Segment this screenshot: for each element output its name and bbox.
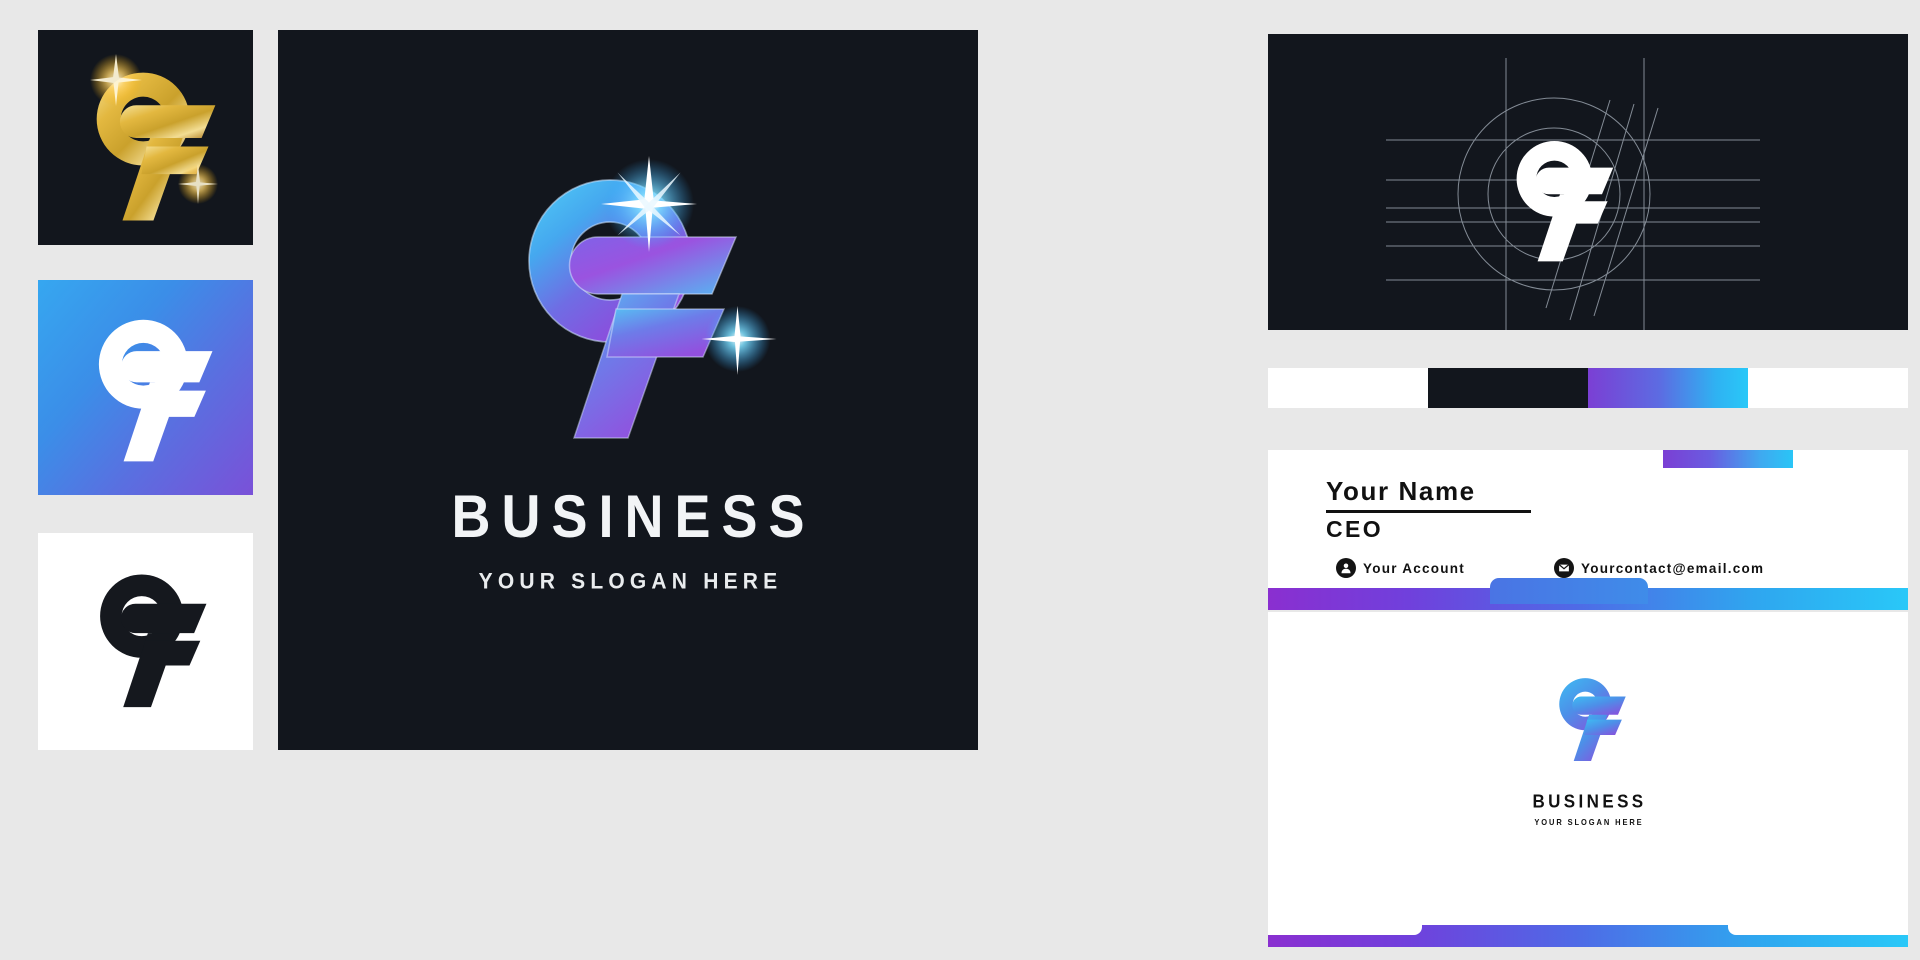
card-back-title: BUSINESS xyxy=(1532,791,1647,812)
contact-account[interactable]: Your Account xyxy=(1336,558,1554,578)
swatch-dark-navy[interactable] xyxy=(1428,368,1588,408)
primary-logo-mark xyxy=(458,155,798,466)
variant-tile-surface xyxy=(38,30,253,245)
card-front-band-tab xyxy=(1490,578,1648,604)
card-name-rule xyxy=(1326,510,1531,513)
variant-tile-surface xyxy=(38,533,253,750)
card-back-notch-right-curve xyxy=(1728,923,1742,935)
variant-tile-black-on-white[interactable] xyxy=(38,533,253,776)
card-back-logo-lockup: BUSINESS YOUR SLOGAN HERE xyxy=(1268,670,1908,827)
user-icon xyxy=(1336,558,1356,578)
sparkle-top xyxy=(89,53,142,106)
card-name: Your Name xyxy=(1326,476,1476,506)
contact-email[interactable]: Yourcontact@email.com xyxy=(1554,558,1856,578)
swatch-white[interactable] xyxy=(1268,368,1428,408)
variant-tile-surface xyxy=(38,280,253,495)
gold-logo-mark xyxy=(89,53,218,221)
contact-email-text: Yourcontact@email.com xyxy=(1581,560,1765,576)
logo-construction-card[interactable] xyxy=(1268,34,1908,330)
swatch-purple-to-cyan[interactable] xyxy=(1588,368,1748,408)
white-logo-mark xyxy=(98,319,212,461)
page-title: BUSINESS xyxy=(451,483,816,551)
brand-color-palette[interactable] xyxy=(1268,368,1908,426)
variant-tile-gold-on-dark[interactable] xyxy=(38,30,253,271)
business-card-back[interactable]: BUSINESS YOUR SLOGAN HERE xyxy=(1268,612,1908,947)
construction-grid xyxy=(1386,58,1760,330)
card-back-notch-left-fill xyxy=(1268,923,1408,935)
primary-logo-panel[interactable]: BUSINESS YOUR SLOGAN HERE xyxy=(278,30,978,776)
wireframe-logo-mark xyxy=(1516,141,1614,262)
page-slogan: YOUR SLOGAN HERE xyxy=(478,569,783,594)
card-back-logo-mark xyxy=(1559,678,1626,762)
card-back-slogan: YOUR SLOGAN HERE xyxy=(1534,817,1644,828)
card-role: CEO xyxy=(1326,516,1384,542)
sparkle-bottom xyxy=(177,163,218,204)
card-back-notch-right-fill xyxy=(1742,923,1908,935)
envelope-icon xyxy=(1554,558,1574,578)
logo-presentation-mockup: BUSINESS YOUR SLOGAN HERE Your Name CEO … xyxy=(0,0,1920,960)
black-logo-mark xyxy=(99,574,206,707)
business-card-front[interactable]: Your Name CEO Your Account Yourcontact@e… xyxy=(1268,450,1908,610)
contact-account-text: Your Account xyxy=(1363,560,1465,576)
card-accent-bar xyxy=(1663,450,1793,468)
variant-tile-white-on-blue[interactable] xyxy=(38,280,253,521)
swatch-gold[interactable] xyxy=(1748,368,1908,408)
